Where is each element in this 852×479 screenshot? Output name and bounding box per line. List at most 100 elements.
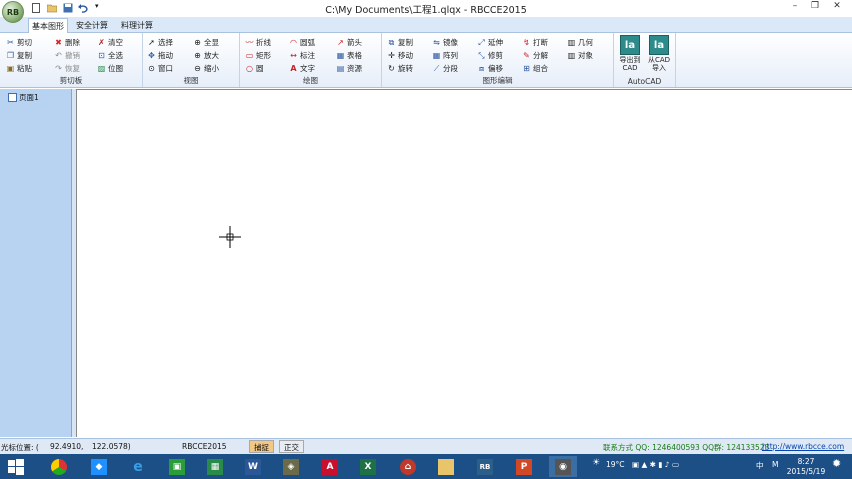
start-button[interactable]: [2, 456, 30, 477]
settings-gear-icon[interactable]: ✹: [832, 457, 841, 470]
zoom-in-icon: ⊕: [194, 50, 201, 60]
resource-icon: ▤: [336, 63, 345, 73]
bitmap-button[interactable]: ▨ 位图: [97, 62, 123, 74]
pan-button[interactable]: ✥ 拖动: [147, 49, 173, 61]
tab-safety-calc[interactable]: 安全计算: [72, 18, 112, 33]
taskbar-app-red[interactable]: ⌂: [394, 456, 422, 477]
offset-button[interactable]: ⧈ 偏移: [477, 62, 503, 74]
app-icon: ◈: [283, 458, 299, 475]
select-all-icon: ⊡: [98, 50, 105, 60]
app-logo[interactable]: RB: [2, 1, 24, 23]
group-button[interactable]: ⊞ 组合: [522, 62, 548, 74]
ime-mode[interactable]: M: [772, 460, 778, 469]
select-all-button[interactable]: ⊡ 全选: [97, 49, 123, 61]
close-button[interactable]: ✕: [826, 0, 848, 14]
object-button[interactable]: ▥ 对象: [567, 49, 593, 61]
taskbar-file-explorer[interactable]: [432, 456, 460, 477]
circle-icon: ○: [246, 63, 253, 73]
taskbar-app-gray[interactable]: ◈: [277, 456, 305, 477]
zoom-out-button[interactable]: ⊖ 缩小: [193, 62, 219, 74]
import-from-cad-button[interactable]: la 从CAD导入: [646, 35, 672, 72]
zoom-all-icon: ⊕: [194, 37, 201, 47]
weather-icon: ☀: [592, 458, 601, 468]
taskbar-autocad[interactable]: A: [316, 456, 344, 477]
snap-toggle[interactable]: 捕捉: [249, 440, 274, 453]
ime-indicator[interactable]: 中: [756, 460, 764, 471]
delete-button[interactable]: ✖ 删除: [54, 36, 80, 48]
restore-button[interactable]: ❐: [804, 0, 826, 14]
autocad-group: la 导出到CAD la 从CAD导入 AutoCAD: [614, 33, 676, 87]
move-button[interactable]: ✛ 移动: [387, 49, 413, 61]
image-icon: ▨: [97, 63, 106, 73]
view-group-label: 视图: [183, 76, 199, 85]
cut-button[interactable]: ✂ 剪切: [6, 36, 32, 48]
circle-button[interactable]: ○ 圆: [245, 62, 264, 74]
zoom-window-icon: ⊙: [148, 63, 155, 73]
system-clock[interactable]: 8:27 2015/5/19: [786, 457, 826, 477]
app-icon: ◉: [555, 458, 571, 475]
table-icon: ▦: [336, 50, 345, 60]
geometry-icon: ▥: [567, 37, 576, 47]
taskbar-rbcce[interactable]: RB: [471, 456, 499, 477]
ortho-toggle[interactable]: 正交: [279, 440, 304, 453]
table-button[interactable]: ▦ 表格: [336, 49, 362, 61]
tab-basic-graphics[interactable]: 基本图形: [28, 18, 68, 33]
clear-button[interactable]: ✗ 清空: [97, 36, 123, 48]
mirror-button[interactable]: ⇋ 镜像: [432, 36, 458, 48]
rotate-button[interactable]: ↻ 旋转: [387, 62, 413, 74]
rbcce-icon: RB: [477, 458, 493, 475]
text-icon: A: [290, 63, 297, 73]
website-link[interactable]: http://www.rbcce.com: [762, 442, 844, 451]
taskbar-excel[interactable]: X: [354, 456, 382, 477]
arc-button[interactable]: ◠ 圆弧: [289, 36, 315, 48]
trim-icon: ⤡: [478, 50, 485, 60]
object-icon: ▥: [567, 50, 576, 60]
taskbar-calculator[interactable]: ▦: [201, 456, 229, 477]
text-button[interactable]: A 文字: [289, 62, 315, 74]
trim-button[interactable]: ⤡ 修剪: [477, 49, 503, 61]
taskbar-word[interactable]: W: [239, 456, 267, 477]
show-all-button[interactable]: ⊕ 全显: [193, 36, 219, 48]
arrow-button[interactable]: ↗ 箭头: [336, 36, 362, 48]
export-to-cad-button[interactable]: la 导出到CAD: [617, 35, 643, 72]
taskbar-powerpoint[interactable]: P: [510, 456, 538, 477]
copy-object-button[interactable]: ⧉ 复制: [387, 36, 413, 48]
extend-button[interactable]: ⤢ 延伸: [477, 36, 503, 48]
ribbon: ✂ 剪切 ✖ 删除 ✗ 清空 ❐ 复制 ↶ 撤销 ⊡ 全选 ▣ 粘贴 ↷ 恢复 ▨ 位图 剪切板 …: [0, 33, 852, 88]
geometry-button[interactable]: ▥ 几何: [567, 36, 593, 48]
break-button[interactable]: ↯ 打断: [522, 36, 548, 48]
select-button[interactable]: ➚ 选择: [147, 36, 173, 48]
minimize-button[interactable]: –: [784, 0, 806, 14]
polyline-button[interactable]: 〰折线: [245, 36, 272, 48]
taskbar-ie[interactable]: e: [124, 456, 152, 477]
dimension-button[interactable]: ↔ 标注: [289, 49, 315, 61]
undo-button[interactable]: ↶ 撤销: [54, 49, 80, 61]
paste-button[interactable]: ▣ 粘贴: [6, 62, 32, 74]
tree-item-page1[interactable]: 页面1: [8, 92, 39, 103]
title-bar: RB ▾ C:\My Documents\工程1.qlqx - RBCCE201…: [0, 0, 852, 23]
redo-button[interactable]: ↷ 恢复: [54, 62, 80, 74]
taskbar-app-active[interactable]: ◉: [549, 456, 577, 477]
word-icon: W: [245, 458, 261, 475]
resource-button[interactable]: ▤ 资源: [336, 62, 362, 74]
zoom-window-button[interactable]: ⊙ 窗口: [147, 62, 173, 74]
rotate-icon: ↻: [388, 63, 395, 73]
temperature: 19°C: [606, 460, 625, 469]
drawing-canvas[interactable]: [76, 89, 852, 437]
tab-material-calc[interactable]: 料理计算: [117, 18, 157, 33]
explode-button[interactable]: ✎ 分解: [522, 49, 548, 61]
copy-button[interactable]: ❐ 复制: [6, 49, 32, 61]
tray-icons[interactable]: ▣ ▲ ✱ ▮ ♪ ▭: [632, 460, 679, 469]
taskbar-store[interactable]: ▣: [163, 456, 191, 477]
taskbar-app-blue[interactable]: ◆: [85, 456, 113, 477]
extend-icon: ⤢: [478, 37, 485, 47]
ie-icon: e: [133, 458, 143, 475]
array-button[interactable]: ▦ 阵列: [432, 49, 458, 61]
copy-object-icon: ⧉: [388, 37, 395, 47]
taskbar-chrome[interactable]: [45, 456, 73, 477]
rectangle-button[interactable]: ▭ 矩形: [245, 49, 271, 61]
segment-button[interactable]: ⟋ 分段: [432, 62, 458, 74]
page-icon: [8, 93, 17, 102]
pan-icon: ✥: [148, 50, 155, 60]
zoom-in-button[interactable]: ⊕ 放大: [193, 49, 219, 61]
